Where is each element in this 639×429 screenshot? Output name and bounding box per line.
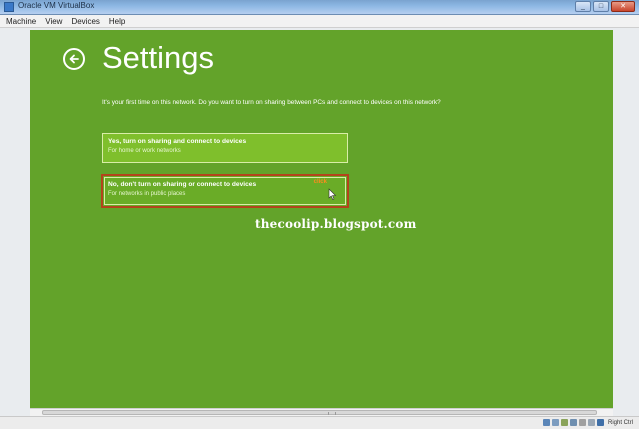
menu-help[interactable]: Help [109,17,125,26]
maximize-button[interactable]: □ [593,1,609,12]
option-no-sharing[interactable]: No, don't turn on sharing or connect to … [101,174,349,208]
scrollbar-grip-icon [328,412,336,415]
shared-folders-icon[interactable] [578,419,586,426]
option-turn-on-sharing[interactable]: Yes, turn on sharing and connect to devi… [102,133,348,163]
watermark-text: thecoolip.blogspot.com [255,217,417,231]
virtualbox-icon [4,2,14,12]
scrollbar-thumb[interactable] [42,410,597,415]
status-bar: Right Ctrl [0,416,639,429]
vm-screen[interactable]: Settings It's your first time on this ne… [30,30,613,408]
window-titlebar[interactable]: Oracle VM VirtualBox _ □ ✕ [0,0,639,15]
arrow-left-icon [69,54,79,64]
network-icon[interactable] [569,419,577,426]
menu-bar: Machine View Devices Help [0,15,639,28]
option-subtitle: For home or work networks [108,148,181,154]
back-button[interactable] [63,48,85,70]
menu-view[interactable]: View [45,17,62,26]
network-question: It's your first time on this network. Do… [102,99,441,106]
click-annotation: click [313,179,327,185]
host-key-label: Right Ctrl [607,419,633,426]
mouse-cursor-icon [328,188,337,200]
menu-devices[interactable]: Devices [71,17,99,26]
optical-drive-icon[interactable] [551,419,559,426]
display-icon[interactable] [587,419,595,426]
window-title: Oracle VM VirtualBox [18,1,95,10]
capture-icon[interactable] [596,419,604,426]
device-tray: Right Ctrl [542,419,633,426]
option-title: No, don't turn on sharing or connect to … [108,181,257,188]
option-subtitle: For networks in public places [108,191,186,197]
page-title: Settings [102,40,215,75]
minimize-button[interactable]: _ [575,1,591,12]
menu-machine[interactable]: Machine [6,17,36,26]
hard-disk-icon[interactable] [542,419,550,426]
usb-icon[interactable] [560,419,568,426]
option-title: Yes, turn on sharing and connect to devi… [108,138,247,145]
window-controls: _ □ ✕ [575,1,635,12]
close-button[interactable]: ✕ [611,1,635,12]
